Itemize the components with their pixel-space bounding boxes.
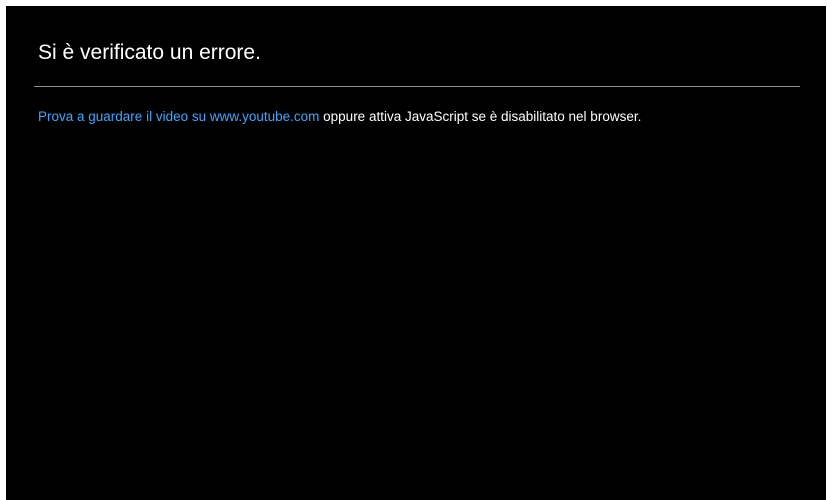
youtube-link[interactable]: Prova a guardare il video su www.youtube… — [38, 109, 319, 124]
error-message: Prova a guardare il video su www.youtube… — [38, 108, 641, 126]
title-divider — [34, 86, 800, 87]
error-title: Si è verificato un errore. — [38, 41, 261, 64]
video-player-error-screen: Si è verificato un errore. Prova a guard… — [6, 6, 826, 500]
error-message-text: oppure attiva JavaScript se è disabilita… — [319, 109, 642, 124]
